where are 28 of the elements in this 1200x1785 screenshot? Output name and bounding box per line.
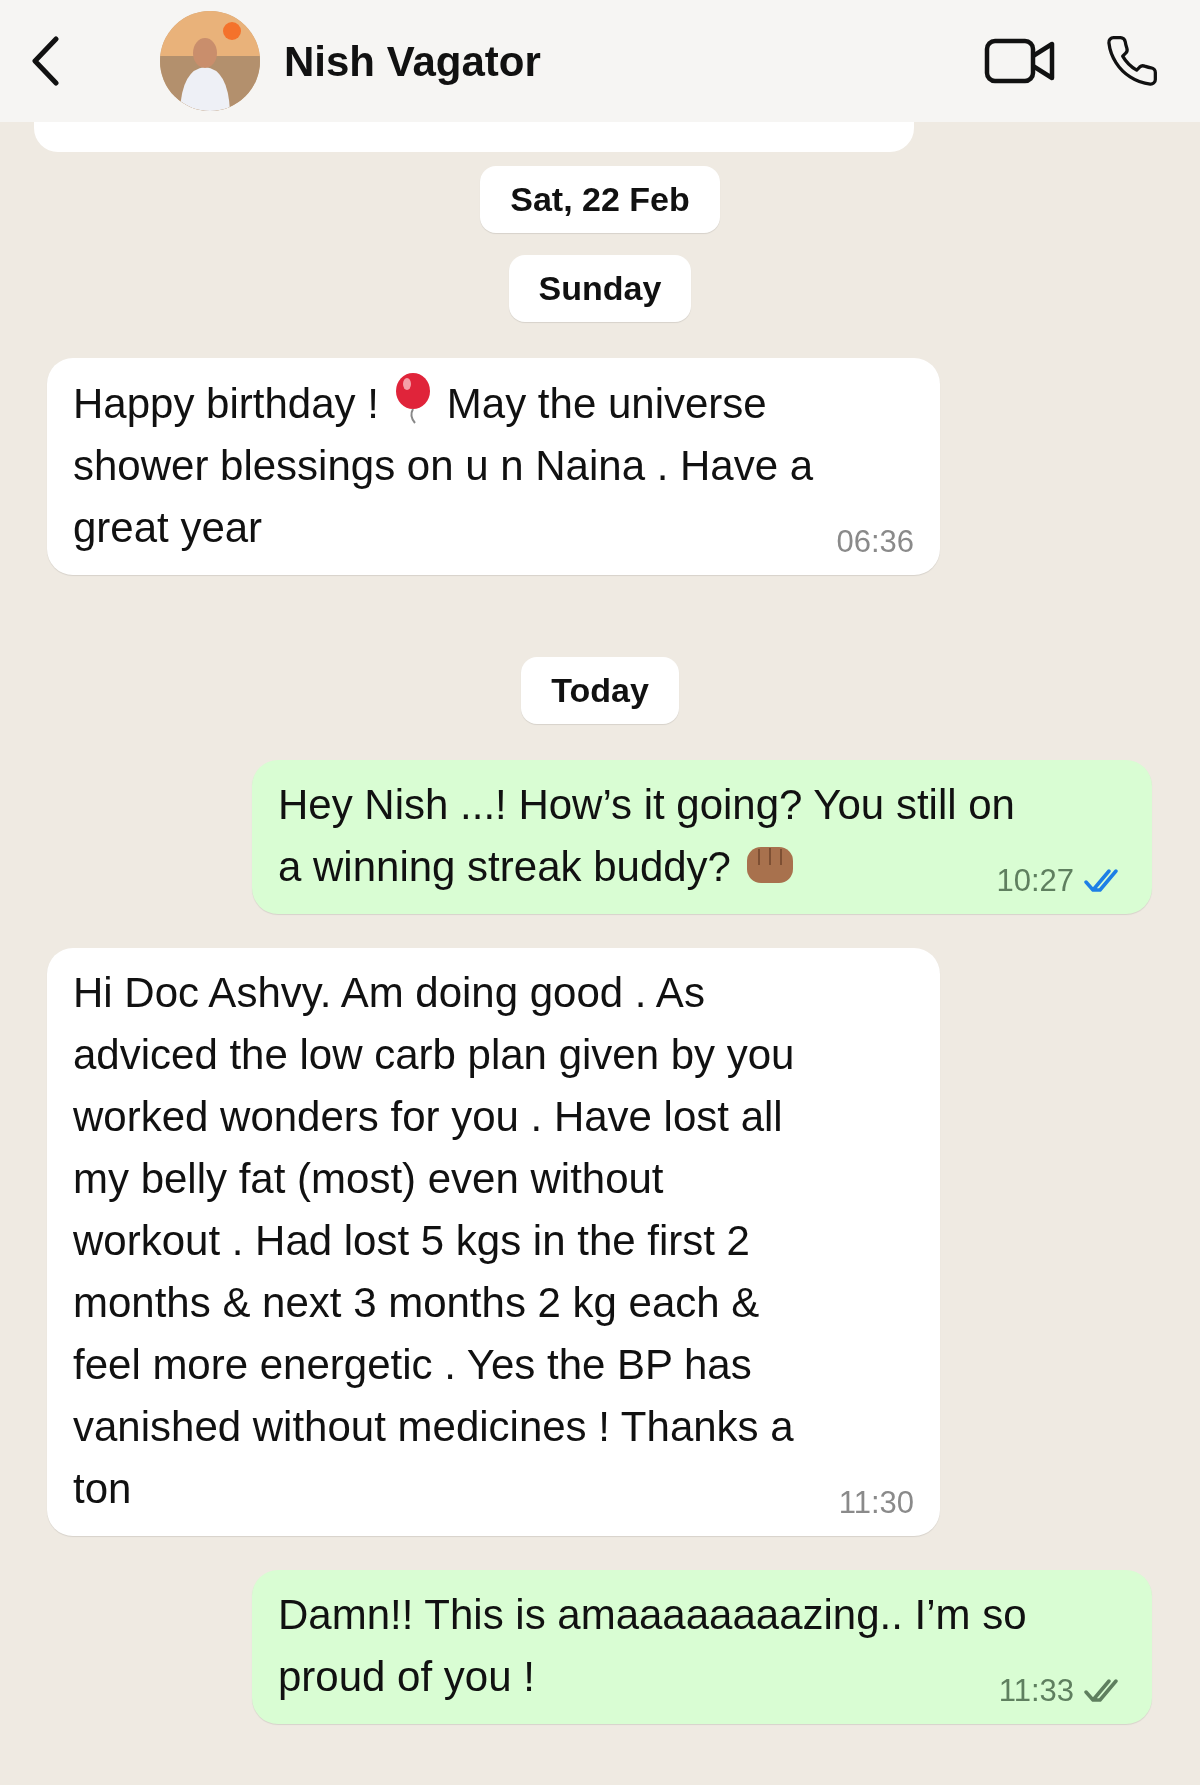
message-text: feel more energetic . Yes the BP has — [73, 1341, 752, 1388]
message-text: shower blessings on u n Naina . Have a — [73, 442, 814, 489]
message-time: 10:27 — [996, 862, 1074, 900]
message-text: ton — [73, 1465, 132, 1512]
video-camera-icon[interactable] — [984, 38, 1056, 84]
message-text: Damn!! This is amaaaaaaaazing.. I’m so — [278, 1591, 1027, 1638]
message-text: a winning streak buddy? — [278, 843, 731, 890]
message-text: great year — [73, 504, 263, 551]
message-time: 06:36 — [836, 523, 914, 561]
message-text: Hi Doc Ashvy. Am doing good . As — [73, 969, 705, 1016]
message-text: Hey Nish ...! How’s it going? You still on — [278, 781, 1015, 828]
date-label: Today — [521, 657, 679, 724]
message-time: 11:33 — [998, 1672, 1074, 1710]
message-text: May the universe — [446, 380, 767, 427]
message-text: proud of you ! — [278, 1653, 535, 1700]
message-text: worked wonders for you . Have lost all — [73, 1093, 783, 1140]
message-text: vanished without medicines ! Thanks a — [73, 1403, 794, 1450]
message-text: months & next 3 months 2 kg each & — [73, 1279, 760, 1326]
message-text: Happy birthday ! — [73, 380, 379, 427]
phone-icon[interactable] — [1104, 33, 1160, 89]
back-icon[interactable] — [30, 36, 60, 86]
message-time: 11:30 — [838, 1484, 914, 1522]
contact-name[interactable]: Nish Vagator — [284, 29, 541, 93]
message-text: my belly fat (most) even without — [73, 1155, 664, 1202]
date-label: Sunday — [508, 255, 692, 322]
message-text: adviced the low carb plan given by you — [73, 1031, 795, 1078]
message-text: workout . Had lost 5 kgs in the first 2 — [73, 1217, 750, 1264]
date-label: Sat, 22 Feb — [480, 166, 720, 233]
